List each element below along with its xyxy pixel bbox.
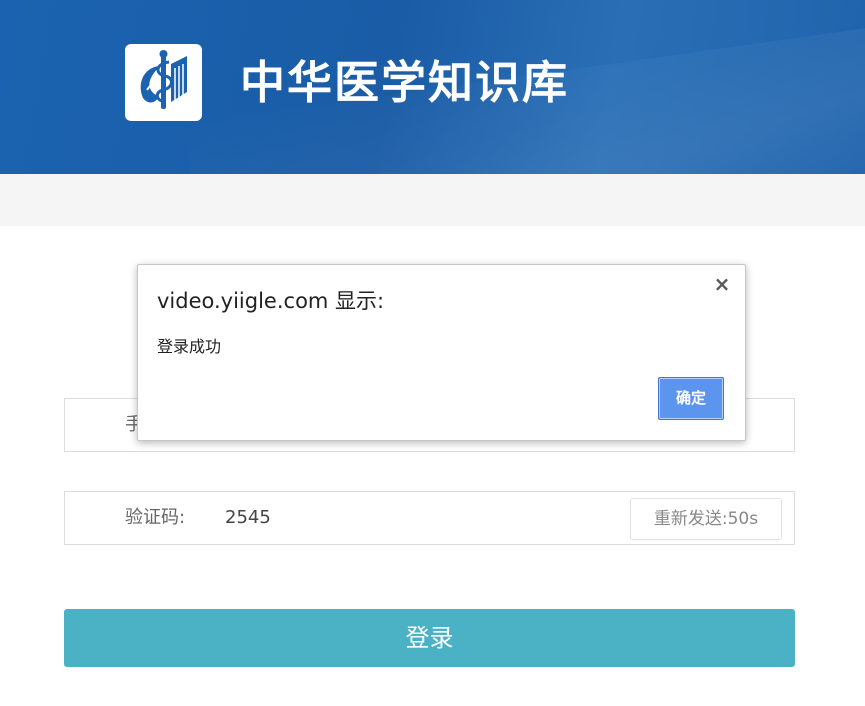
code-label: 验证码:	[125, 507, 186, 528]
gray-strip	[0, 174, 865, 226]
header-banner: 中华医学知识库	[0, 0, 865, 174]
site-title: 中华医学知识库	[240, 56, 570, 109]
verification-code-field[interactable]: 验证码: 2545 重新发送:50s	[64, 491, 795, 545]
dialog-message: 登录成功	[157, 337, 222, 356]
login-page: 中华医学知识库 手 验证码: 2545 重新发送:50s 登录 video.yi…	[0, 0, 865, 706]
ok-button[interactable]: 确定	[658, 377, 724, 420]
login-button[interactable]: 登录	[64, 609, 795, 667]
caduceus-book-icon	[140, 50, 187, 109]
resend-code-button[interactable]: 重新发送:50s	[630, 498, 782, 540]
alert-dialog: video.yiigle.com 显示: × 登录成功 确定	[137, 264, 746, 441]
site-logo[interactable]	[125, 44, 202, 121]
code-input[interactable]: 2545	[225, 492, 271, 544]
close-icon[interactable]: ×	[711, 273, 733, 295]
dialog-title: video.yiigle.com 显示:	[157, 289, 385, 313]
